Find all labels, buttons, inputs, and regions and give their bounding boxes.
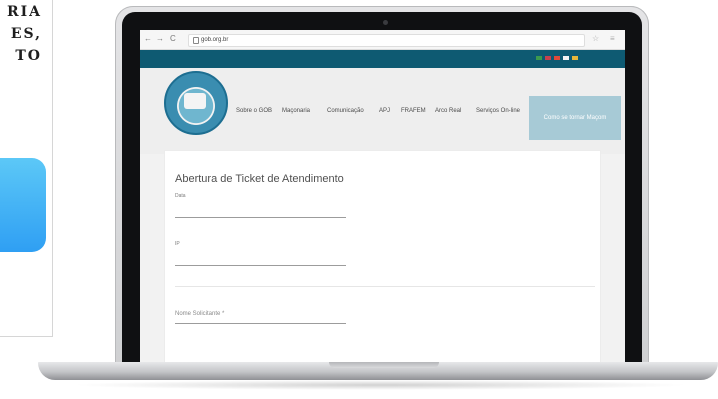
forward-icon[interactable]: → xyxy=(156,35,164,43)
laptop-hinge-notch xyxy=(329,362,439,368)
side-text-line: RIA xyxy=(6,4,42,20)
side-text-line: TO xyxy=(15,48,42,64)
app-tile xyxy=(0,158,46,252)
nome-solicitante-field[interactable] xyxy=(175,323,346,324)
back-icon[interactable]: ← xyxy=(144,35,152,43)
side-panel: RIA ES, TO xyxy=(0,0,53,337)
ip-field[interactable] xyxy=(175,265,346,266)
field-label-data: Data xyxy=(175,193,186,199)
field-label-ip: IP xyxy=(175,241,180,247)
data-field[interactable] xyxy=(175,217,346,218)
browser-toolbar: ← → C gob.org.br ☆ ≡ xyxy=(140,30,625,50)
nav-item-frafem[interactable]: FRAFEM xyxy=(401,108,426,114)
laptop-shadow xyxy=(70,380,690,390)
ticket-form-card: Abertura de Ticket de Atendimento Data I… xyxy=(164,150,601,368)
lock-icon xyxy=(193,37,199,44)
nav-item-apj[interactable]: APJ xyxy=(379,108,390,114)
nav-item-arco-real[interactable]: Arco Real xyxy=(435,108,461,114)
nav-item-servicos[interactable]: Serviços On-line xyxy=(476,108,520,114)
address-bar[interactable]: gob.org.br xyxy=(188,34,585,47)
laptop-screen: ← → C gob.org.br ☆ ≡ Sobre o GOB Maçonar… xyxy=(140,30,625,368)
url-text[interactable]: gob.org.br xyxy=(201,37,228,43)
cta-button[interactable]: Como se tornar Maçom xyxy=(529,96,621,140)
bookmark-star-icon[interactable]: ☆ xyxy=(592,34,599,43)
flag-uk-icon[interactable] xyxy=(545,56,551,60)
logo-emblem xyxy=(184,93,206,109)
flag-brazil-icon[interactable] xyxy=(536,56,542,60)
flag-germany-icon[interactable] xyxy=(572,56,578,60)
nav-item-comunicacao[interactable]: Comunicação xyxy=(327,108,364,114)
nav-item-maconaria[interactable]: Maçonaria xyxy=(282,108,310,114)
form-title: Abertura de Ticket de Atendimento xyxy=(175,173,344,185)
gob-logo[interactable] xyxy=(164,71,228,135)
side-text-line: ES, xyxy=(10,26,42,42)
nav-item-sobre[interactable]: Sobre o GOB xyxy=(236,108,272,114)
flag-spain-icon[interactable] xyxy=(554,56,560,60)
flag-italy-icon[interactable] xyxy=(563,56,569,60)
webcam xyxy=(383,20,388,25)
site-top-strip xyxy=(140,50,625,68)
field-label-nome: Nome Solicitante * xyxy=(175,311,225,317)
browser-menu-icon[interactable]: ≡ xyxy=(610,34,615,43)
site-header: Sobre o GOB Maçonaria Comunicação APJ FR… xyxy=(140,68,625,154)
reload-icon[interactable]: C xyxy=(170,35,176,43)
form-divider xyxy=(175,286,595,287)
